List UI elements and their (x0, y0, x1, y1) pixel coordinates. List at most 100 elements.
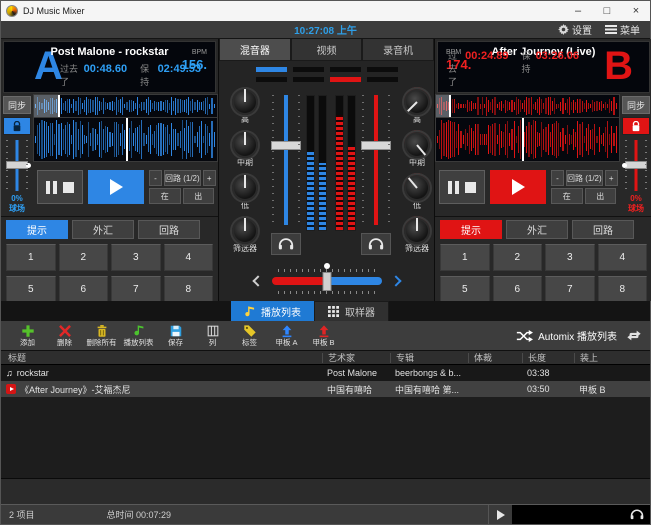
toolbar-deck-b-button[interactable]: 甲板 B (305, 324, 342, 347)
fader-handle[interactable] (361, 141, 391, 150)
deck-a-keylock-button[interactable] (3, 117, 31, 135)
toolbar-playlist-button[interactable]: 播放列表 (120, 324, 157, 347)
deck-a-play-button[interactable] (88, 170, 144, 204)
deck-b-wave-main[interactable] (435, 118, 620, 162)
deck-a-tab-1[interactable]: 提示 (6, 220, 68, 239)
channel-fader-a[interactable] (268, 91, 304, 229)
pitch-handle[interactable] (625, 161, 647, 169)
knob-right-1[interactable] (404, 89, 430, 115)
deck-b-tab-1[interactable]: 提示 (440, 220, 502, 239)
toolbar-tag-button[interactable]: 标签 (231, 324, 268, 347)
deck-b-pad-1[interactable]: 1 (440, 244, 490, 271)
deck-a-pad-5[interactable]: 5 (6, 276, 56, 303)
deck-b-loop-in-button[interactable]: 在 (551, 188, 583, 204)
knob-right-2[interactable] (404, 132, 430, 158)
table-row[interactable]: 《After Journey》-艾福杰尼中国有嘻哈中国有嘻哈 第...03:50… (1, 381, 650, 397)
column-header-5[interactable]: 长度 (522, 353, 574, 363)
knob-right-3[interactable] (404, 175, 430, 201)
column-header-3[interactable]: 专辑 (390, 353, 468, 363)
crossfader-center-dot (324, 263, 330, 269)
mixer-tab-2[interactable]: 视频 (291, 39, 363, 61)
deck-b-pad-5[interactable]: 5 (440, 276, 490, 303)
deck-b-wave-overview[interactable] (435, 94, 620, 118)
preview-play-button[interactable] (488, 505, 512, 524)
pitch-handle[interactable] (6, 161, 28, 169)
headphone-cue-a-button[interactable] (271, 233, 301, 255)
deck-a-tab-2[interactable]: 外汇 (72, 220, 134, 239)
deck-b-pad-4[interactable]: 4 (598, 244, 648, 271)
deck-a-pad-6[interactable]: 6 (59, 276, 109, 303)
headphone-cue-b-button[interactable] (361, 233, 391, 255)
knob-left-3[interactable] (232, 175, 258, 201)
settings-button[interactable]: 设置 (558, 22, 592, 37)
close-button[interactable]: × (624, 2, 648, 20)
deck-a-pad-7[interactable]: 7 (111, 276, 161, 303)
deck-b-pitch-slider[interactable] (622, 138, 650, 193)
column-header-2[interactable]: 艺术家 (322, 353, 390, 363)
table-row[interactable]: ♫rockstarPost Malonebeerbongs & b...03:3… (1, 365, 650, 381)
deck-b-keylock-button[interactable] (622, 117, 650, 135)
tab-sampler[interactable]: 取样器 (314, 301, 389, 321)
automix-button[interactable]: Automix 播放列表 (516, 328, 617, 343)
toolbar-delete-all-button[interactable]: 删除所有 (83, 324, 120, 347)
repeat-button[interactable] (626, 329, 642, 342)
crossfader-right-arrow-icon[interactable] (390, 275, 401, 286)
deck-a-pause-stop-button[interactable] (37, 170, 83, 204)
deck-a-loop-out-button[interactable]: 出 (183, 188, 215, 204)
deck-b-pad-3[interactable]: 3 (545, 244, 595, 271)
deck-b-loop-out-button[interactable]: 出 (585, 188, 617, 204)
deck-a-transport: - 回路 (1/2) + 在 出 (33, 162, 218, 216)
menu-button[interactable]: 菜单 (605, 22, 640, 37)
maximize-button[interactable]: □ (595, 2, 619, 20)
deck-b-pad-2[interactable]: 2 (493, 244, 543, 271)
column-header-6[interactable]: 装上 (574, 353, 650, 363)
toolbar-add-button[interactable]: 添加 (9, 324, 46, 347)
deck-b-loop-plus-button[interactable]: + (605, 170, 618, 186)
deck-a-pad-3[interactable]: 3 (111, 244, 161, 271)
knob-left-2[interactable] (232, 132, 258, 158)
channel-fader-b[interactable] (358, 91, 394, 229)
deck-a-pad-2[interactable]: 2 (59, 244, 109, 271)
crossfader[interactable] (272, 266, 382, 296)
deck-a-loop-minus-button[interactable]: - (149, 170, 162, 186)
preview-player[interactable] (512, 505, 650, 524)
deck-a-tab-3[interactable]: 回路 (138, 220, 200, 239)
deck-a-pitch-slider[interactable] (3, 138, 31, 193)
knob-right-4[interactable] (404, 218, 430, 244)
column-header-4[interactable]: 体裁 (468, 353, 522, 363)
mixer-tab-3[interactable]: 录音机 (362, 39, 434, 61)
deck-a-pad-4[interactable]: 4 (164, 244, 214, 271)
deck-b-pad-8[interactable]: 8 (598, 276, 648, 303)
deck-b-loop-button[interactable]: 回路 (1/2) (566, 170, 603, 186)
deck-b-loop-minus-button[interactable]: - (551, 170, 564, 186)
deck-b-play-button[interactable] (490, 170, 546, 204)
deck-a-sync-button[interactable]: 同步 (3, 96, 31, 114)
toolbar-delete-button[interactable]: 删除 (46, 324, 83, 347)
deck-b-tab-2[interactable]: 外汇 (506, 220, 568, 239)
deck-a-loop-in-button[interactable]: 在 (149, 188, 181, 204)
deck-a-pad-1[interactable]: 1 (6, 244, 56, 271)
tab-playlist[interactable]: 播放列表 (231, 301, 314, 321)
deck-a-pad-8[interactable]: 8 (164, 276, 214, 303)
toolbar-columns-button[interactable]: 列 (194, 324, 231, 347)
deck-b-tab-3[interactable]: 回路 (572, 220, 634, 239)
deck-a-wave-main[interactable] (33, 118, 218, 162)
deck-b-pause-stop-button[interactable] (439, 170, 485, 204)
toolbar-deck-a-button[interactable]: 甲板 A (268, 324, 305, 347)
fader-handle[interactable] (271, 141, 301, 150)
deck-a-loop-button[interactable]: 回路 (1/2) (164, 170, 201, 186)
minimize-button[interactable]: – (566, 2, 590, 20)
deck-b-sync-button[interactable]: 同步 (622, 96, 650, 114)
deck-a-loop-plus-button[interactable]: + (203, 170, 216, 186)
knob-left-1[interactable] (232, 89, 258, 115)
deck-b-pad-6[interactable]: 6 (493, 276, 543, 303)
deck-a-wave-overview[interactable] (33, 94, 218, 118)
mixer-tab-1[interactable]: 混音器 (219, 39, 291, 61)
deck-b-pad-7[interactable]: 7 (545, 276, 595, 303)
crossfader-handle[interactable] (322, 272, 331, 291)
crossfader-left-arrow-icon[interactable] (252, 275, 263, 286)
column-header-1[interactable]: 标题 (1, 353, 322, 363)
toolbar-save-button[interactable]: 保存 (157, 324, 194, 347)
knob-left-4[interactable] (232, 218, 258, 244)
waveform-bars (35, 96, 216, 116)
